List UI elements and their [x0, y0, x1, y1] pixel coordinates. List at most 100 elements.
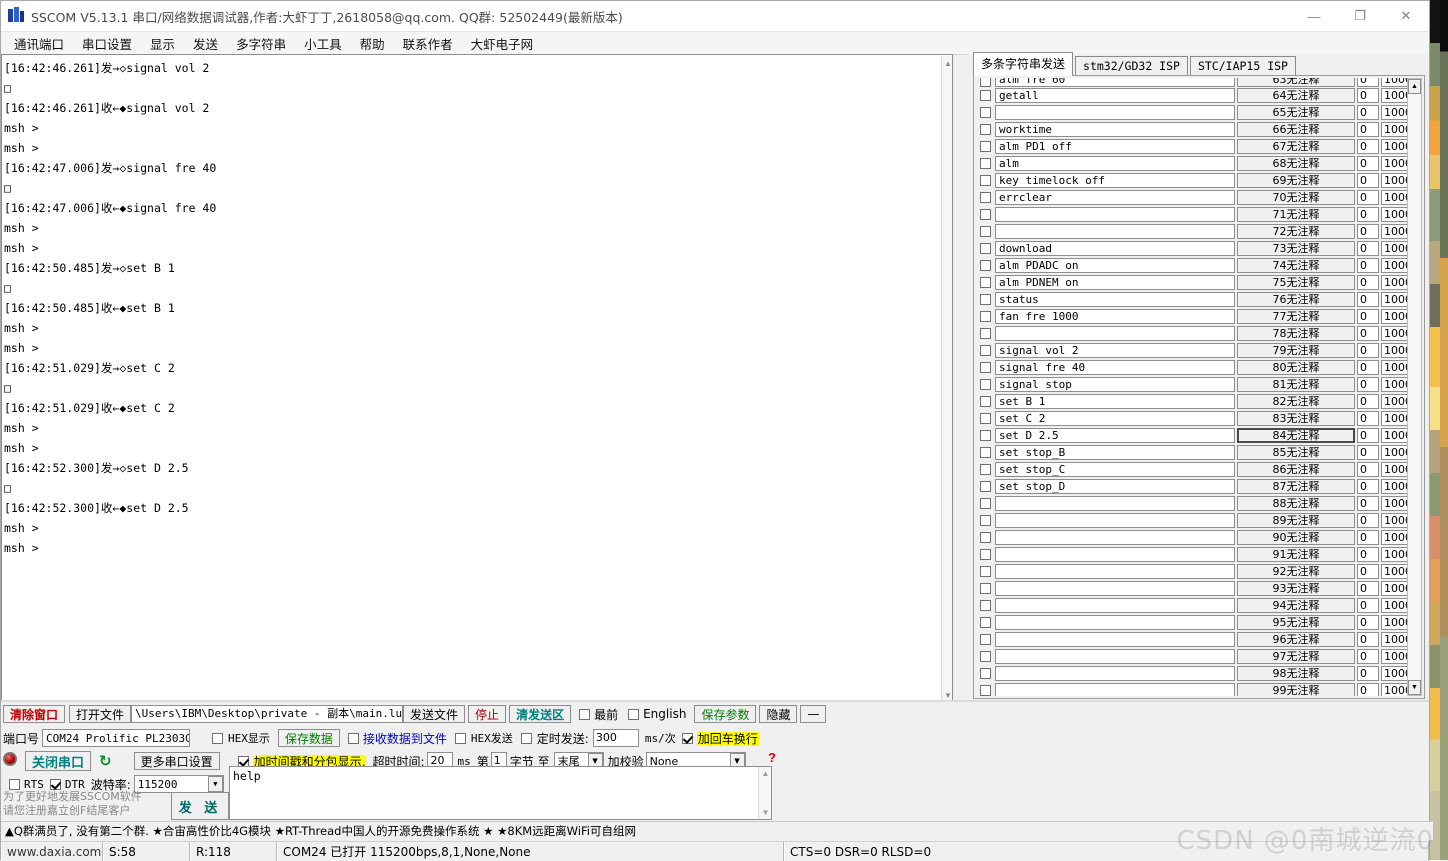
- command-row-checkbox[interactable]: [980, 141, 991, 152]
- command-row[interactable]: getall 64无注释 0 1000: [976, 87, 1410, 104]
- command-repeat-count[interactable]: 0: [1357, 139, 1379, 154]
- command-repeat-count[interactable]: 0: [1357, 292, 1379, 307]
- command-row[interactable]: 78无注释 0 1000: [976, 325, 1410, 342]
- send-button[interactable]: 发 送: [171, 792, 229, 820]
- command-delay-ms[interactable]: 1000: [1381, 428, 1410, 443]
- command-delay-ms[interactable]: 1000: [1381, 88, 1410, 103]
- command-send-button[interactable]: 70无注释: [1237, 190, 1355, 205]
- command-repeat-count[interactable]: 0: [1357, 496, 1379, 511]
- command-delay-ms[interactable]: 1000: [1381, 479, 1410, 494]
- command-send-button[interactable]: 78无注释: [1237, 326, 1355, 341]
- command-text-input[interactable]: [995, 496, 1235, 511]
- chevron-down-icon-4[interactable]: ▼: [207, 776, 223, 792]
- command-row[interactable]: signal vol 2 79无注释 0 1000: [976, 342, 1410, 359]
- command-repeat-count[interactable]: 0: [1357, 547, 1379, 562]
- command-delay-ms[interactable]: 1000: [1381, 292, 1410, 307]
- command-send-button[interactable]: 85无注释: [1237, 445, 1355, 460]
- command-row[interactable]: set stop_B 85无注释 0 1000: [976, 444, 1410, 461]
- command-text-input[interactable]: set stop_D: [995, 479, 1235, 494]
- command-repeat-count[interactable]: 0: [1357, 581, 1379, 596]
- command-send-button[interactable]: 84无注释: [1237, 428, 1355, 443]
- command-delay-ms[interactable]: 1000: [1381, 309, 1410, 324]
- command-row[interactable]: 97无注释 0 1000: [976, 648, 1410, 665]
- command-row-checkbox[interactable]: [980, 447, 991, 458]
- command-send-button[interactable]: 89无注释: [1237, 513, 1355, 528]
- command-send-button[interactable]: 64无注释: [1237, 88, 1355, 103]
- command-row-checkbox[interactable]: [980, 617, 991, 628]
- menu-item-multistring[interactable]: 多字符串: [227, 32, 295, 55]
- command-text-input[interactable]: signal vol 2: [995, 343, 1235, 358]
- command-delay-ms[interactable]: 1000: [1381, 394, 1410, 409]
- command-send-button[interactable]: 87无注释: [1237, 479, 1355, 494]
- command-row[interactable]: 89无注释 0 1000: [976, 512, 1410, 529]
- command-repeat-count[interactable]: 0: [1357, 156, 1379, 171]
- command-row-checkbox[interactable]: [980, 277, 991, 288]
- command-delay-ms[interactable]: 1000: [1381, 462, 1410, 477]
- command-repeat-count[interactable]: 0: [1357, 326, 1379, 341]
- command-row-checkbox[interactable]: [980, 566, 991, 577]
- command-delay-ms[interactable]: 1000: [1381, 105, 1410, 120]
- port-select[interactable]: COM24 Prolific PL2303GT US ▼: [42, 729, 191, 747]
- command-row[interactable]: download 73无注释 0 1000: [976, 240, 1410, 257]
- command-delay-ms[interactable]: 1000: [1381, 683, 1410, 696]
- timestamp-display-checkbox[interactable]: [237, 755, 249, 767]
- command-row[interactable]: set C 2 83无注释 0 1000: [976, 410, 1410, 427]
- command-repeat-count[interactable]: 0: [1357, 462, 1379, 477]
- command-delay-ms[interactable]: 1000: [1381, 564, 1410, 579]
- command-send-button[interactable]: 93无注释: [1237, 581, 1355, 596]
- command-row[interactable]: 92无注释 0 1000: [976, 563, 1410, 580]
- menu-item-comm-port[interactable]: 通讯端口: [5, 32, 73, 55]
- command-text-input[interactable]: set stop_B: [995, 445, 1235, 460]
- command-row-checkbox[interactable]: [980, 260, 991, 271]
- command-delay-ms[interactable]: 1000: [1381, 360, 1410, 375]
- command-send-button[interactable]: 92无注释: [1237, 564, 1355, 579]
- send-scroll-down-icon[interactable]: ▼: [759, 806, 772, 819]
- command-row[interactable]: 65无注释 0 1000: [976, 104, 1410, 121]
- command-send-button[interactable]: 82无注释: [1237, 394, 1355, 409]
- clear-window-button[interactable]: 清除窗口: [3, 705, 66, 723]
- command-send-button[interactable]: 71无注释: [1237, 207, 1355, 222]
- command-row[interactable]: 95无注释 0 1000: [976, 614, 1410, 631]
- command-text-input[interactable]: [995, 598, 1235, 613]
- close-icon[interactable]: ✕: [1383, 1, 1429, 31]
- scroll-up-icon[interactable]: ▲: [942, 56, 952, 70]
- command-row[interactable]: status 76无注释 0 1000: [976, 291, 1410, 308]
- command-row-checkbox[interactable]: [980, 311, 991, 322]
- command-text-input[interactable]: worktime: [995, 122, 1235, 137]
- command-row-checkbox[interactable]: [980, 345, 991, 356]
- command-send-button[interactable]: 65无注释: [1237, 105, 1355, 120]
- command-row-checkbox[interactable]: [980, 107, 991, 118]
- command-text-input[interactable]: [995, 105, 1235, 120]
- command-repeat-count[interactable]: 0: [1357, 479, 1379, 494]
- refresh-ports-icon[interactable]: ↻: [99, 752, 112, 770]
- command-delay-ms[interactable]: 1000: [1381, 326, 1410, 341]
- menu-item-tools[interactable]: 小工具: [295, 32, 351, 55]
- command-row[interactable]: worktime 66无注释 0 1000: [976, 121, 1410, 138]
- command-send-button[interactable]: 74无注释: [1237, 258, 1355, 273]
- command-text-input[interactable]: [995, 666, 1235, 681]
- command-text-input[interactable]: [995, 224, 1235, 239]
- command-delay-ms[interactable]: 1000: [1381, 581, 1410, 596]
- command-repeat-count[interactable]: 0: [1357, 343, 1379, 358]
- command-send-button[interactable]: 63无注释: [1237, 78, 1355, 87]
- minimize-icon[interactable]: —: [1291, 1, 1337, 31]
- command-send-button[interactable]: 68无注释: [1237, 156, 1355, 171]
- command-delay-ms[interactable]: 1000: [1381, 190, 1410, 205]
- command-row-checkbox[interactable]: [980, 600, 991, 611]
- command-row-checkbox[interactable]: [980, 532, 991, 543]
- help-question-icon[interactable]: ?: [768, 750, 776, 765]
- command-repeat-count[interactable]: 0: [1357, 615, 1379, 630]
- receive-log-panel[interactable]: [16:42:46.261]发→◇signal vol 2 □ [16:42:46.…: [1, 54, 953, 702]
- command-row-checkbox[interactable]: [980, 362, 991, 373]
- command-send-button[interactable]: 95无注释: [1237, 615, 1355, 630]
- command-delay-ms[interactable]: 1000: [1381, 615, 1410, 630]
- command-repeat-count[interactable]: 0: [1357, 513, 1379, 528]
- topmost-checkbox[interactable]: [579, 708, 591, 720]
- command-row-checkbox[interactable]: [980, 328, 991, 339]
- command-send-button[interactable]: 91无注释: [1237, 547, 1355, 562]
- tab-stm32-isp[interactable]: stm32/GD32 ISP: [1075, 56, 1188, 76]
- command-repeat-count[interactable]: 0: [1357, 445, 1379, 460]
- command-row-checkbox[interactable]: [980, 464, 991, 475]
- file-path-field[interactable]: \Users\IBM\Desktop\private - 副本\main.lua: [131, 705, 404, 723]
- command-text-input[interactable]: [995, 326, 1235, 341]
